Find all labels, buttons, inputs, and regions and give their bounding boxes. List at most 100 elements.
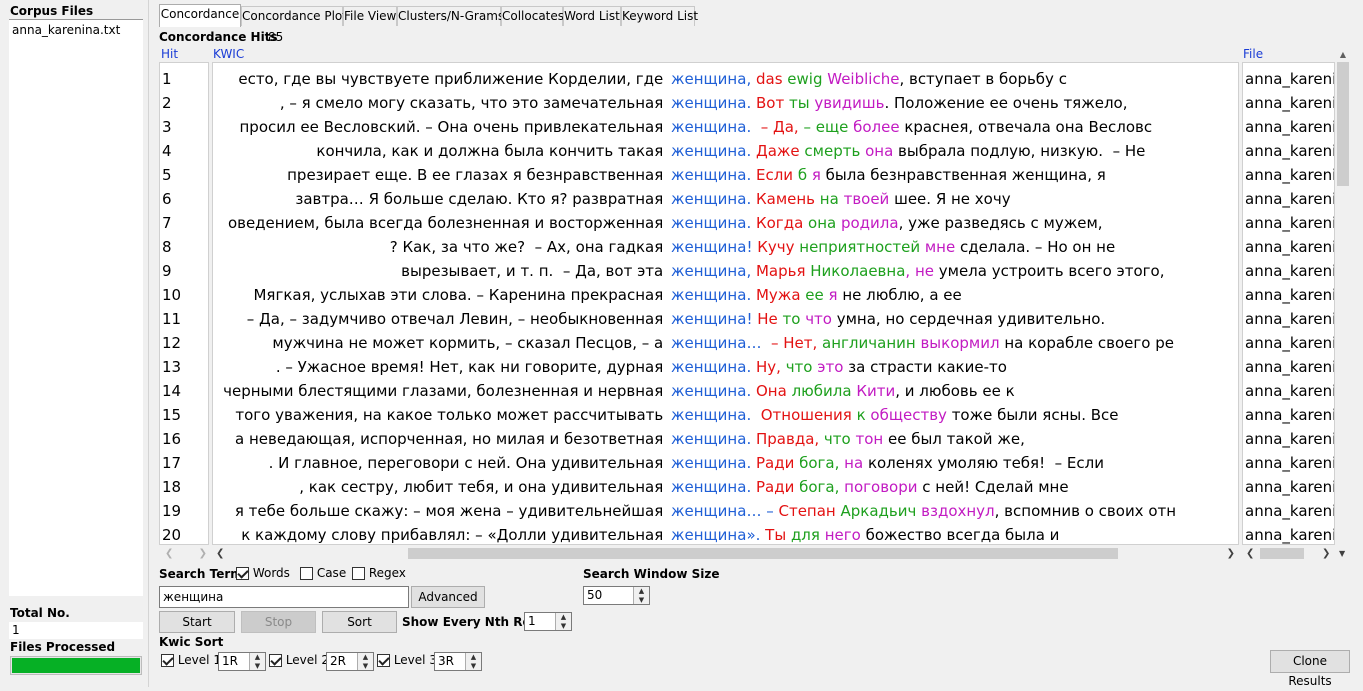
kwic-row[interactable]: . – Ужасное время! Нет, как ни говорите,… bbox=[213, 355, 1238, 379]
kwic-keyword[interactable]: женщина bbox=[671, 430, 746, 448]
scroll-left-arrow-icon[interactable]: ❮ bbox=[1246, 546, 1254, 561]
kwic-keyword[interactable]: женщина bbox=[671, 142, 746, 160]
level-2-spinner[interactable]: 2R ▲ ▼ bbox=[326, 652, 374, 671]
level-1-checkbox[interactable] bbox=[161, 654, 174, 667]
corpus-file-item[interactable]: anna_karenina.txt bbox=[9, 20, 143, 40]
spin-down-icon[interactable]: ▼ bbox=[634, 596, 649, 605]
level-1-spinner[interactable]: 1R ▲ ▼ bbox=[218, 652, 266, 671]
tab-clusters-ngrams[interactable]: Clusters/N-Grams bbox=[397, 6, 504, 26]
kwic-keyword[interactable]: женщина bbox=[671, 526, 746, 544]
level-3-spinner[interactable]: 3R ▲ ▼ bbox=[434, 652, 482, 671]
stop-button[interactable]: Stop bbox=[241, 611, 316, 633]
spin-up-icon[interactable]: ▲ bbox=[634, 587, 649, 596]
spin-up-icon[interactable]: ▲ bbox=[250, 653, 265, 662]
kwic-row[interactable]: – Да, – задумчиво отвечал Левин, – необы… bbox=[213, 307, 1238, 331]
kwic-row[interactable]: к каждому слову прибавлял: – «Долли удив… bbox=[213, 523, 1238, 544]
regex-checkbox[interactable] bbox=[352, 567, 365, 580]
search-window-size-value[interactable]: 50 bbox=[584, 588, 602, 602]
kwic-row[interactable]: есто, где вы чувствуете приближение Корд… bbox=[213, 67, 1238, 91]
search-input[interactable]: женщина bbox=[159, 586, 409, 608]
kwic-row[interactable]: . И главное, переговори с ней. Она удиви… bbox=[213, 451, 1238, 475]
hit-column[interactable]: 1 2 3 4 5 6 7 8 9 10 11 12 13 14 15 16 17 18 19 20 bbox=[159, 62, 209, 545]
words-option[interactable]: Words bbox=[236, 566, 290, 580]
kwic-keyword[interactable]: женщина bbox=[671, 358, 746, 376]
words-checkbox[interactable] bbox=[236, 567, 249, 580]
hit-hscrollbar[interactable]: ❮ ❯ bbox=[159, 546, 209, 561]
tab-concordance[interactable]: Concordance bbox=[159, 4, 241, 27]
kwic-keyword[interactable]: женщина bbox=[671, 190, 746, 208]
level-3-value[interactable]: 3R bbox=[435, 654, 454, 668]
kwic-keyword[interactable]: женщина bbox=[671, 478, 746, 496]
file-column[interactable]: anna_karenina.txt anna_karenina.txt anna_k… bbox=[1242, 62, 1335, 545]
regex-option[interactable]: Regex bbox=[352, 566, 406, 580]
level-2-spin-buttons[interactable]: ▲ ▼ bbox=[357, 653, 373, 670]
kwic-keyword[interactable]: женщина bbox=[671, 70, 746, 88]
tab-file-view[interactable]: File View bbox=[343, 6, 397, 26]
kwic-row[interactable]: оведением, была всегда болезненная и вос… bbox=[213, 211, 1238, 235]
scroll-right-arrow-icon[interactable]: ❯ bbox=[199, 548, 207, 559]
kwic-keyword[interactable]: женщина bbox=[671, 214, 746, 232]
level-2-value[interactable]: 2R bbox=[327, 654, 346, 668]
window-size-spin-buttons[interactable]: ▲ ▼ bbox=[633, 587, 649, 604]
column-header-hit[interactable]: Hit bbox=[161, 47, 178, 61]
clone-results-button[interactable]: Clone Results bbox=[1270, 650, 1350, 688]
start-button[interactable]: Start bbox=[159, 611, 235, 633]
column-header-kwic[interactable]: KWIC bbox=[213, 47, 244, 61]
kwic-sort-level-1[interactable]: Level 1 bbox=[161, 653, 221, 667]
vertical-scroll-thumb[interactable] bbox=[1337, 62, 1349, 186]
scroll-left-arrow-icon[interactable]: ❮ bbox=[165, 548, 173, 559]
kwic-keyword[interactable]: женщина bbox=[671, 334, 746, 352]
tab-keyword-list[interactable]: Keyword List bbox=[621, 6, 698, 26]
kwic-hscroll-thumb[interactable] bbox=[408, 548, 1118, 559]
nth-row-spin-buttons[interactable]: ▲ ▼ bbox=[555, 613, 571, 630]
spin-down-icon[interactable]: ▼ bbox=[250, 662, 265, 671]
kwic-row[interactable]: Мягкая, услыхав эти слова. – Каренина пр… bbox=[213, 283, 1238, 307]
spin-up-icon[interactable]: ▲ bbox=[466, 653, 481, 662]
kwic-row[interactable]: ? Как, за что же? – Ах, она гадкая женщи… bbox=[213, 235, 1238, 259]
kwic-keyword[interactable]: женщина bbox=[671, 382, 746, 400]
scroll-left-arrow-icon[interactable]: ❮ bbox=[216, 546, 224, 561]
kwic-keyword[interactable]: женщина bbox=[671, 262, 746, 280]
scroll-right-arrow-icon[interactable]: ❯ bbox=[1227, 546, 1235, 561]
spin-down-icon[interactable]: ▼ bbox=[358, 662, 373, 671]
kwic-hscrollbar[interactable]: ❮ ❯ bbox=[212, 546, 1241, 561]
spin-up-icon[interactable]: ▲ bbox=[358, 653, 373, 662]
corpus-files-list[interactable]: anna_karenina.txt bbox=[9, 19, 143, 596]
scroll-down-arrow-icon[interactable]: ▼ bbox=[1339, 546, 1345, 561]
advanced-button[interactable]: Advanced bbox=[411, 586, 485, 608]
level-2-checkbox[interactable] bbox=[269, 654, 282, 667]
kwic-keyword[interactable]: женщина bbox=[671, 502, 746, 520]
column-header-file[interactable]: File bbox=[1243, 47, 1263, 61]
kwic-row[interactable]: , – я смело могу сказать, что это замеча… bbox=[213, 91, 1238, 115]
kwic-row[interactable]: завтра… Я больше сделаю. Кто я? развратн… bbox=[213, 187, 1238, 211]
tab-word-list[interactable]: Word List bbox=[563, 6, 621, 26]
kwic-keyword[interactable]: женщина bbox=[671, 454, 746, 472]
kwic-sort-level-2[interactable]: Level 2 bbox=[269, 653, 329, 667]
kwic-row[interactable]: черными блестящими глазами, болезненная … bbox=[213, 379, 1238, 403]
kwic-keyword[interactable]: женщина bbox=[671, 406, 746, 424]
sort-button[interactable]: Sort bbox=[322, 611, 397, 633]
kwic-row[interactable]: презирает еще. В ее глазах я безнравстве… bbox=[213, 163, 1238, 187]
kwic-row[interactable]: вырезывает, и т. п. – Да, вот эта женщин… bbox=[213, 259, 1238, 283]
kwic-keyword[interactable]: женщина bbox=[671, 166, 746, 184]
level-3-spin-buttons[interactable]: ▲ ▼ bbox=[465, 653, 481, 670]
spin-down-icon[interactable]: ▼ bbox=[556, 622, 571, 631]
kwic-row[interactable]: мужчина не может кормить, – сказал Песцо… bbox=[213, 331, 1238, 355]
kwic-column[interactable]: есто, где вы чувствуете приближение Корд… bbox=[212, 62, 1239, 545]
kwic-row[interactable]: того уважения, на какое только может рас… bbox=[213, 403, 1238, 427]
scroll-up-arrow-icon[interactable]: ▲ bbox=[1335, 48, 1351, 62]
level-3-checkbox[interactable] bbox=[377, 654, 390, 667]
nth-row-value[interactable]: 1 bbox=[525, 614, 536, 628]
kwic-keyword[interactable]: женщина bbox=[671, 118, 746, 136]
file-hscrollbar[interactable]: ❮ ❯ ▼ bbox=[1242, 546, 1354, 561]
kwic-keyword[interactable]: женщина bbox=[671, 94, 746, 112]
spin-down-icon[interactable]: ▼ bbox=[466, 662, 481, 671]
tab-collocates[interactable]: Collocates bbox=[501, 6, 564, 26]
level-1-spin-buttons[interactable]: ▲ ▼ bbox=[249, 653, 265, 670]
kwic-keyword[interactable]: женщина bbox=[671, 286, 746, 304]
kwic-sort-level-3[interactable]: Level 3 bbox=[377, 653, 437, 667]
case-option[interactable]: Case bbox=[300, 566, 346, 580]
case-checkbox[interactable] bbox=[300, 567, 313, 580]
kwic-row[interactable]: я тебе больше скажу: – моя жена – удивит… bbox=[213, 499, 1238, 523]
level-1-value[interactable]: 1R bbox=[219, 654, 238, 668]
